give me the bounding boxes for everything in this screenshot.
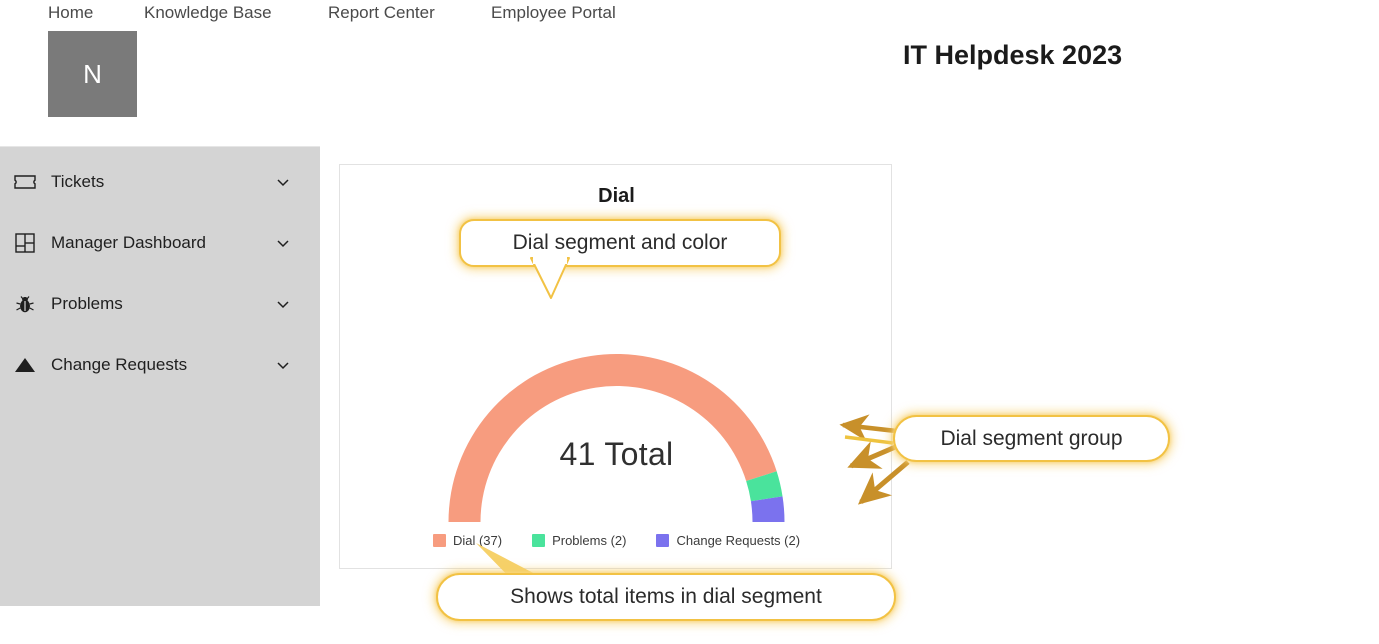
callout-dial-segment-group: Dial segment group [893,415,1170,462]
sidebar-item-tickets[interactable]: Tickets [0,161,320,203]
legend-label: Change Requests (2) [676,533,801,548]
callout-text: Shows total items in dial segment [510,585,822,608]
legend-label: Dial (37) [452,533,503,548]
callout-shows-total-items: Shows total items in dial segment [436,573,896,621]
chevron-down-icon[interactable] [275,235,291,251]
callout-dial-segment-and-color: Dial segment and color [459,219,781,267]
sidebar-item-label: Manager Dashboard [51,233,206,252]
nav-link-home[interactable]: Home [48,0,93,26]
legend-swatch-problems [532,534,546,547]
page-title: IT Helpdesk 2023 [903,40,1123,70]
sidebar-item-manager-dashboard[interactable]: Manager Dashboard [0,222,320,264]
sidebar-item-change-requests[interactable]: Change Requests [0,344,320,386]
callout-text: Dial segment and color [512,231,728,254]
chevron-down-icon[interactable] [275,296,291,312]
legend-item-dial[interactable]: Dial (37) [432,533,503,548]
avatar[interactable]: N [48,31,137,117]
callout-text: Dial segment group [940,426,1123,450]
legend-item-problems[interactable]: Problems (2) [532,533,626,548]
gauge-total-label: 41 Total [559,436,674,472]
legend-swatch-dial [432,534,446,547]
avatar-initial: N [83,58,102,89]
legend-swatch-change-requests [656,534,670,547]
legend-item-change-requests[interactable]: Change Requests (2) [656,533,800,548]
chevron-down-icon[interactable] [275,174,291,190]
sidebar: Tickets Manager Dashboard Problems Chang… [0,146,320,606]
chart-legend: Dial (37) Problems (2) Change Requests (… [340,533,893,548]
ticket-icon [12,169,38,195]
sidebar-item-label: Change Requests [51,355,188,374]
chevron-down-icon[interactable] [275,357,291,373]
nav-link-employee-portal[interactable]: Employee Portal [491,0,616,26]
sidebar-item-problems[interactable]: Problems [0,283,320,325]
top-navigation-bar: Home Knowledge Base Report Center Employ… [0,0,1379,30]
dashboard-icon [12,230,38,256]
nav-link-report-center[interactable]: Report Center [328,0,435,26]
sidebar-item-label: Tickets [51,172,105,191]
sidebar-item-label: Problems [51,294,123,313]
legend-label: Problems (2) [552,533,627,548]
bug-icon [12,291,38,317]
triangle-icon [12,352,38,378]
nav-link-knowledge-base[interactable]: Knowledge Base [144,0,272,26]
